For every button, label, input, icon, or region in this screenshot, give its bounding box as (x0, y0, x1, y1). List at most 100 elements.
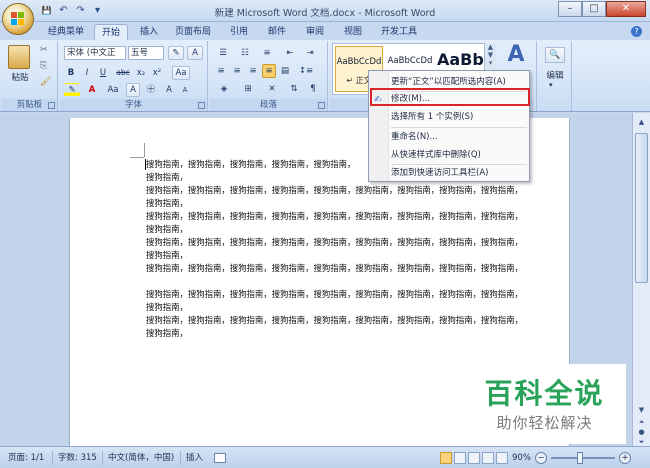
doc-line: 搜狗指南，搜狗指南，搜狗指南，搜狗指南，搜狗指南，搜狗指南，搜狗指南，搜狗指南，… (146, 289, 523, 299)
help-icon[interactable]: ? (631, 26, 642, 37)
word-count[interactable]: 字数: 315 (58, 451, 97, 465)
char-border-icon[interactable]: A (187, 46, 203, 60)
page-count[interactable]: 页面: 1/1 (8, 451, 44, 465)
change-styles-icon: A (507, 42, 525, 67)
justify-icon[interactable]: ≡ (262, 64, 276, 78)
tab-view[interactable]: 视图 (338, 24, 368, 40)
modify-highlight-box (370, 88, 530, 106)
italic-button[interactable]: I (80, 66, 94, 80)
align-center-icon[interactable]: ≡ (230, 64, 244, 78)
status-separator (102, 451, 103, 465)
print-layout-view-icon[interactable] (440, 452, 452, 464)
editing-dropdown-icon[interactable]: ▾ (549, 81, 553, 89)
clipboard-group: 粘贴 ✂ ⎘ 🖌 剪贴板 (2, 41, 58, 111)
zoom-out-button[interactable]: − (535, 452, 547, 464)
shading-icon[interactable]: ◈ (214, 82, 234, 96)
highlight-color-icon[interactable]: ✎ (64, 83, 80, 97)
line-spacing-icon[interactable]: ↕≡ (296, 64, 316, 78)
paste-icon[interactable] (8, 45, 30, 69)
strikethrough-button[interactable]: abc (114, 66, 132, 80)
zoom-in-button[interactable]: + (619, 452, 631, 464)
borders-icon[interactable]: ⊞ (238, 82, 258, 96)
multilevel-list-icon[interactable]: ≡ (258, 46, 276, 60)
find-icon[interactable]: 🔍 (545, 47, 565, 63)
menu-item-add-to-qat[interactable]: 添加到快速访问工具栏(A) (391, 165, 488, 181)
draft-view-icon[interactable] (496, 452, 508, 464)
doc-line: 搜狗指南，搜狗指南，搜狗指南，搜狗指南，搜狗指南，搜狗指南，搜狗指南，搜狗指南，… (146, 237, 523, 247)
tab-review[interactable]: 审阅 (300, 24, 330, 40)
tab-classic-menu[interactable]: 经典菜单 (44, 24, 88, 40)
tab-developer[interactable]: 开发工具 (376, 24, 422, 40)
menu-item-remove-from-gallery[interactable]: 从快速样式库中删除(Q) (391, 147, 481, 163)
underline-button[interactable]: U (96, 66, 110, 80)
insert-mode[interactable]: 插入 (186, 451, 203, 465)
prev-page-icon[interactable]: ⏶ (636, 417, 647, 427)
scroll-up-icon[interactable]: ▲ (636, 117, 647, 127)
ribbon: 粘贴 ✂ ⎘ 🖌 剪贴板 宋体 (中文正 五号 ✎ A B I U abc x₂… (0, 40, 650, 112)
office-button[interactable] (2, 3, 34, 35)
char-border-box-icon[interactable]: A (126, 83, 140, 97)
style-no-spacing-preview: AaBbCcDd (387, 56, 433, 66)
menu-item-rename[interactable]: 重命名(N)... (391, 129, 438, 145)
font-name-combo[interactable]: 宋体 (中文正 (64, 46, 126, 60)
copy-icon[interactable]: ⎘ (40, 61, 47, 71)
watermark-logo: 百科全说 助你轻松解决 (463, 364, 626, 444)
superscript-button[interactable]: x² (150, 66, 164, 80)
grow-font-button[interactable]: A (162, 83, 176, 97)
zoom-slider-track[interactable] (551, 457, 615, 459)
tab-page-layout[interactable]: 页面布局 (170, 24, 216, 40)
clear-format-icon[interactable]: ✎ (168, 46, 184, 60)
font-launcher-icon[interactable] (198, 102, 205, 109)
language-indicator[interactable]: 中文(简体，中国) (108, 451, 174, 465)
zoom-slider-thumb[interactable] (577, 452, 583, 464)
browse-object-icon[interactable]: ● (636, 427, 647, 437)
cut-icon[interactable]: ✂ (40, 45, 48, 55)
enclose-char-icon[interactable]: ㊉ (144, 83, 158, 97)
tab-references[interactable]: 引用 (224, 24, 254, 40)
doc-line: 搜狗指南，搜狗指南，搜狗指南，搜狗指南，搜狗指南，搜狗指南，搜狗指南，搜狗指南，… (146, 211, 523, 221)
web-layout-view-icon[interactable] (468, 452, 480, 464)
menu-item-select-all-instances[interactable]: 选择所有 1 个实例(S) (391, 109, 473, 125)
show-marks-icon[interactable]: ¶ (306, 82, 320, 96)
decrease-indent-icon[interactable]: ⇤ (282, 46, 298, 60)
status-bar: 页面: 1/1 字数: 315 中文(简体，中国) 插入 90% − + (0, 446, 650, 468)
bullets-icon[interactable]: ☰ (214, 46, 232, 60)
numbering-icon[interactable]: ☷ (236, 46, 254, 60)
scroll-down-icon[interactable]: ▼ (636, 405, 647, 415)
tab-mailings[interactable]: 邮件 (262, 24, 292, 40)
bold-button[interactable]: B (64, 66, 78, 80)
shrink-font-button[interactable]: A (178, 83, 192, 97)
office-logo-icon (11, 12, 25, 26)
doc-line: 搜狗指南， (146, 250, 188, 260)
change-case-icon[interactable]: Aa (172, 66, 190, 80)
minimize-button[interactable]: – (558, 1, 582, 17)
fullscreen-reading-view-icon[interactable] (454, 452, 466, 464)
distribute-icon[interactable]: ▤ (278, 64, 292, 78)
paste-label[interactable]: 粘贴 (6, 71, 34, 83)
increase-indent-icon[interactable]: ⇥ (302, 46, 318, 60)
tab-home[interactable]: 开始 (94, 24, 128, 40)
maximize-button[interactable]: □ (582, 1, 606, 17)
subscript-button[interactable]: x₂ (134, 66, 148, 80)
editing-label[interactable]: 编辑 (539, 69, 571, 81)
align-left-icon[interactable]: ≡ (214, 64, 228, 78)
chinese-layout-icon[interactable]: ✕ (262, 82, 282, 96)
font-color-icon[interactable]: A (84, 83, 100, 97)
vertical-scrollbar[interactable]: ▲ ▼ ⏶ ● ⏷ (632, 113, 650, 446)
close-button[interactable]: ✕ (606, 1, 646, 17)
char-shading-icon[interactable]: Aa (104, 83, 122, 97)
clipboard-launcher-icon[interactable] (48, 102, 55, 109)
sort-icon[interactable]: ⇅ (286, 82, 302, 96)
macro-record-icon[interactable] (214, 453, 226, 463)
outline-view-icon[interactable] (482, 452, 494, 464)
format-painter-icon[interactable]: 🖌 (40, 77, 51, 87)
scroll-thumb[interactable] (635, 133, 648, 283)
paragraph-group: ☰ ☷ ≡ ⇤ ⇥ ≡ ≡ ≡ ≡ ▤ ↕≡ ◈ ⊞ ✕ ⇅ ¶ 段落 (210, 41, 328, 111)
font-size-combo[interactable]: 五号 (128, 46, 164, 60)
tab-insert[interactable]: 插入 (134, 24, 164, 40)
paragraph-launcher-icon[interactable] (318, 102, 325, 109)
zoom-level[interactable]: 90% (512, 451, 531, 465)
style-normal-preview: AaBbCcDd (336, 57, 382, 67)
align-right-icon[interactable]: ≡ (246, 64, 260, 78)
doc-line: 搜狗指南， (146, 302, 188, 312)
